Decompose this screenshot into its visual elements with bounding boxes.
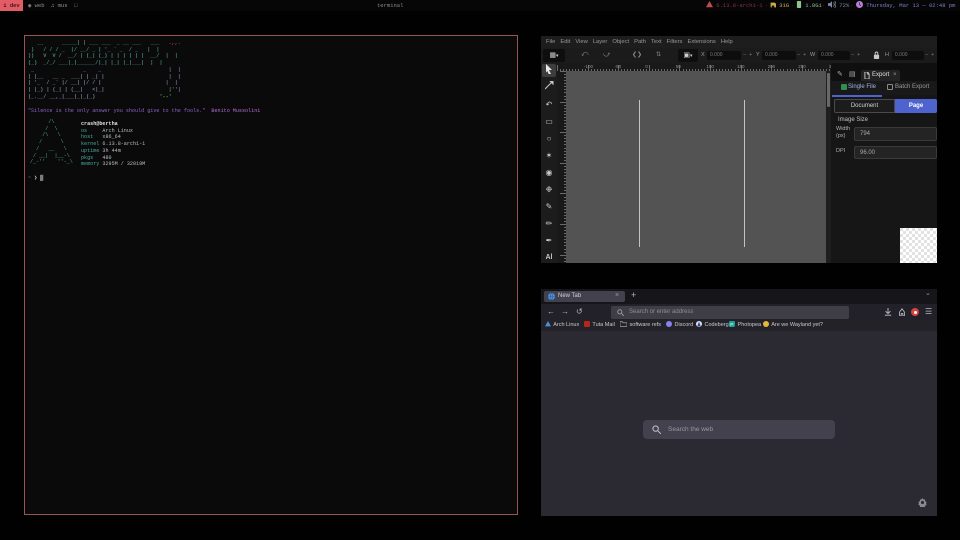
svg-text:P: P	[730, 322, 733, 327]
